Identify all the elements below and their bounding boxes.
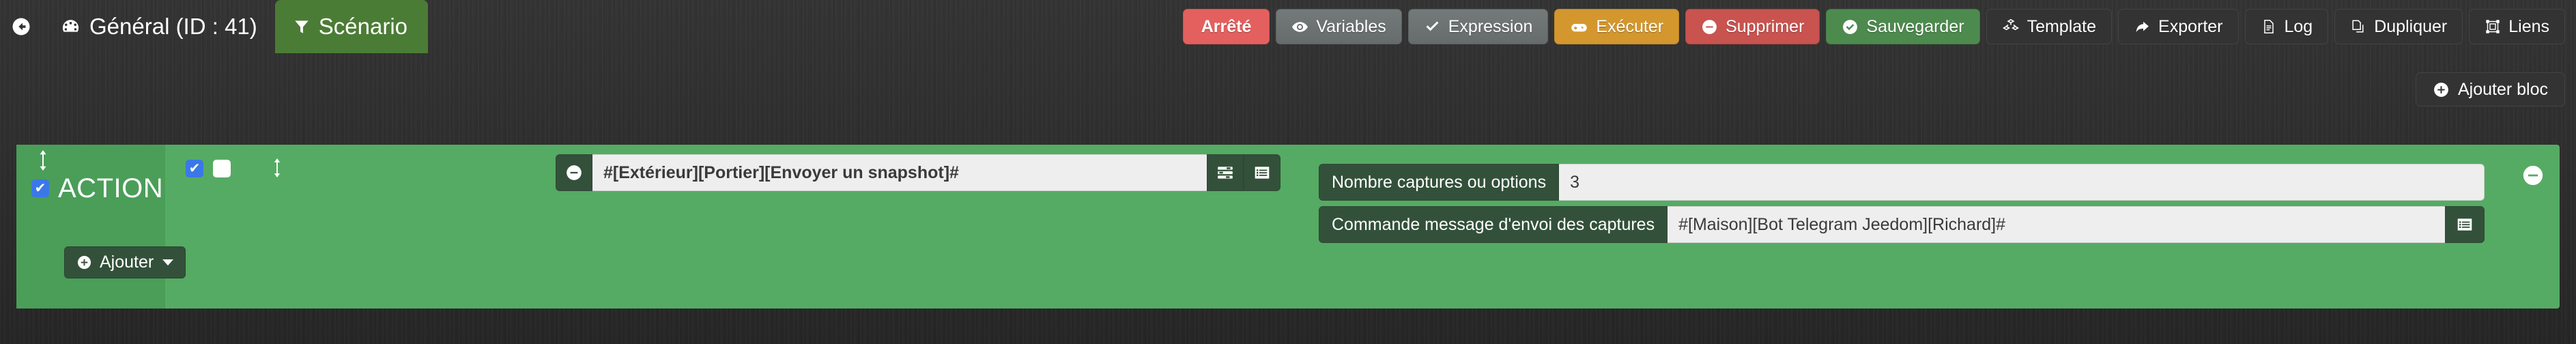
check-icon [1424, 18, 1441, 35]
add-action-button-label: Ajouter [100, 253, 154, 272]
scenario-block: ✔ ACTION Ajouter ✔ #[Extérieur][Portier]… [16, 145, 2560, 309]
action-checkboxes: ✔ [186, 160, 231, 177]
remove-action-row-button[interactable] [2521, 164, 2545, 187]
save-button[interactable]: Sauvegarder [1826, 9, 1980, 44]
back-icon[interactable] [0, 0, 42, 53]
block-enabled-checkbox[interactable]: ✔ [31, 180, 49, 197]
gamepad-icon [1570, 18, 1588, 36]
action-command-input[interactable]: #[Extérieur][Portier][Envoyer un snapsho… [592, 154, 1207, 191]
variables-button-label: Variables [1316, 16, 1386, 36]
action-command-group: #[Extérieur][Portier][Envoyer un snapsho… [556, 154, 1280, 191]
action-row: ✔ #[Extérieur][Portier][Envoyer un snaps… [165, 154, 2560, 243]
app-header: Général (ID : 41) Scénario Arrêté Variab… [0, 0, 2576, 53]
page-title-text: Général (ID : 41) [89, 14, 257, 39]
header-actions: Arrêté Variables Expression Exécuter Sup… [1182, 0, 2565, 53]
minus-circle-icon [1701, 18, 1718, 35]
object-group-icon [2485, 18, 2501, 35]
add-block-button[interactable]: Ajouter bloc [2415, 72, 2565, 106]
status-badge: Arrêté [1182, 9, 1270, 44]
option-row-message-command: Commande message d'envoi des captures #[… [1319, 206, 2485, 243]
block-title-row: ✔ ACTION [31, 175, 163, 202]
check-circle-icon [1842, 18, 1859, 35]
option-label-captures: Nombre captures ou options [1319, 164, 1560, 201]
duplicate-button[interactable]: Dupliquer [2334, 9, 2463, 44]
block-title: ACTION [58, 173, 164, 203]
plus-circle-icon [2433, 81, 2450, 98]
list-alt-icon[interactable] [2445, 206, 2485, 243]
links-button[interactable]: Liens [2469, 9, 2565, 44]
option-row-captures: Nombre captures ou options 3 [1319, 164, 2485, 201]
add-block-button-label: Ajouter bloc [2457, 79, 2548, 99]
option-input-captures[interactable]: 3 [1559, 164, 2485, 201]
template-button-label: Template [2027, 16, 2097, 36]
cubes-icon [2002, 18, 2020, 35]
page-title: Général (ID : 41) [42, 0, 275, 53]
export-button[interactable]: Exporter [2118, 9, 2239, 44]
sliders-icon[interactable] [1207, 154, 1244, 191]
links-button-label: Liens [2508, 16, 2549, 36]
remove-action-button[interactable] [556, 154, 592, 191]
option-label-message-command: Commande message d'envoi des captures [1319, 206, 1668, 243]
eye-icon [1291, 18, 1308, 35]
header-left: Général (ID : 41) Scénario [0, 0, 429, 53]
delete-button[interactable]: Supprimer [1685, 9, 1820, 44]
expression-button[interactable]: Expression [1407, 9, 1549, 44]
tab-scenario-label: Scénario [318, 14, 408, 39]
expression-button-label: Expression [1448, 16, 1533, 36]
action-option-checkbox[interactable] [213, 160, 231, 177]
file-text-icon [2261, 18, 2277, 35]
save-button-label: Sauvegarder [1866, 16, 1964, 36]
block-body: ✔ #[Extérieur][Portier][Envoyer un snaps… [165, 145, 2560, 309]
duplicate-button-label: Dupliquer [2374, 16, 2448, 36]
log-button-label: Log [2284, 16, 2313, 36]
copy-icon [2350, 18, 2366, 35]
status-badge-label: Arrêté [1201, 16, 1252, 36]
plus-circle-icon [76, 255, 92, 270]
export-button-label: Exporter [2158, 16, 2223, 36]
block-drag-handle[interactable] [37, 150, 49, 171]
option-input-message-command[interactable]: #[Maison][Bot Telegram Jeedom][Richard]# [1668, 206, 2445, 243]
action-enabled-checkbox[interactable]: ✔ [186, 160, 203, 177]
dashboard-icon [60, 16, 81, 38]
add-block-bar: Ajouter bloc [0, 53, 2576, 130]
execute-button[interactable]: Exécuter [1554, 9, 1680, 44]
delete-button-label: Supprimer [1726, 16, 1805, 36]
block-header-column: ✔ ACTION Ajouter [16, 145, 186, 309]
list-alt-icon[interactable] [1244, 154, 1280, 191]
log-button[interactable]: Log [2244, 9, 2329, 44]
tab-scenario[interactable]: Scénario [274, 0, 429, 53]
action-options: Nombre captures ou options 3 Commande me… [1319, 164, 2485, 248]
template-button[interactable]: Template [1986, 9, 2113, 44]
share-icon [2134, 18, 2151, 35]
action-drag-handle[interactable] [272, 158, 283, 177]
filter-icon [293, 18, 311, 35]
execute-button-label: Exécuter [1596, 16, 1664, 36]
variables-button[interactable]: Variables [1276, 9, 1402, 44]
